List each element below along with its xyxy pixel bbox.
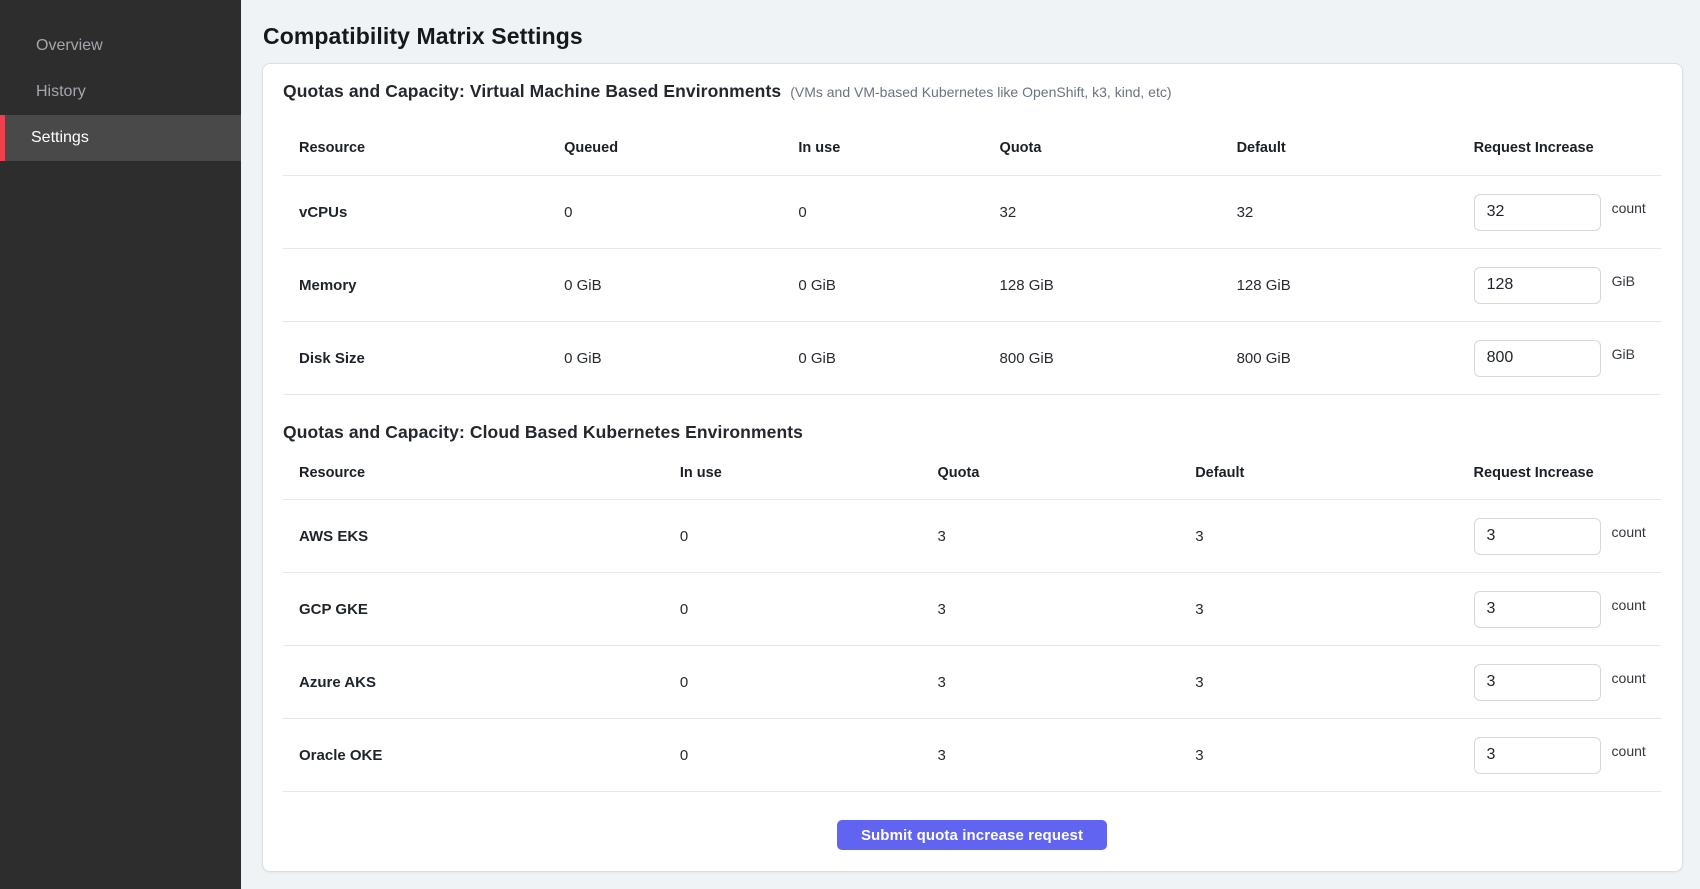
app-root: Overview History Settings Compatibility … [0, 0, 1700, 889]
column-header-in-use: In use [798, 140, 999, 156]
request-increase-cell: count [1474, 664, 1661, 701]
request-increase-cell: count [1474, 737, 1661, 774]
in-use-cell: 0 GiB [798, 277, 999, 294]
vm-section-title: Quotas and Capacity: Virtual Machine Bas… [283, 81, 781, 102]
in-use-cell: 0 [680, 528, 938, 545]
vm-section-subtitle: (VMs and VM-based Kubernetes like OpenSh… [790, 84, 1171, 100]
request-increase-input[interactable] [1474, 518, 1601, 555]
quota-cell: 32 [1000, 204, 1237, 221]
request-increase-cell: count [1474, 194, 1661, 231]
quota-settings-card: Quotas and Capacity: Virtual Machine Bas… [262, 63, 1683, 872]
queued-cell: 0 GiB [564, 277, 798, 294]
resource-cell: vCPUs [283, 204, 564, 221]
column-header-resource: Resource [283, 140, 564, 156]
default-cell: 800 GiB [1237, 350, 1474, 367]
request-increase-cell: count [1474, 591, 1661, 628]
quota-cell: 3 [938, 747, 1196, 764]
column-header-default: Default [1195, 465, 1473, 481]
sidebar-item-history[interactable]: History [0, 69, 241, 115]
column-header-quota: Quota [1000, 140, 1237, 156]
sidebar-nav: Overview History Settings [0, 23, 241, 161]
quota-cell: 3 [938, 528, 1196, 545]
request-increase-input[interactable] [1474, 267, 1601, 304]
sidebar-item-settings[interactable]: Settings [0, 115, 241, 161]
in-use-cell: 0 GiB [798, 350, 999, 367]
queued-cell: 0 [564, 204, 798, 221]
quota-cell: 3 [938, 601, 1196, 618]
request-increase-cell: GiB [1474, 267, 1661, 304]
cloud-section-title: Quotas and Capacity: Cloud Based Kuberne… [283, 422, 803, 443]
column-header-in-use: In use [680, 465, 938, 481]
main-content: Compatibility Matrix Settings Quotas and… [241, 0, 1700, 889]
page-title: Compatibility Matrix Settings [241, 0, 1700, 63]
submit-quota-button[interactable]: Submit quota increase request [837, 820, 1107, 850]
unit-label: count [1612, 743, 1646, 759]
table-row-azure-aks: Azure AKS 0 3 3 count [283, 646, 1661, 719]
request-increase-input[interactable] [1474, 340, 1601, 377]
request-increase-input[interactable] [1474, 737, 1601, 774]
queued-cell: 0 GiB [564, 350, 798, 367]
table-row-aws-eks: AWS EKS 0 3 3 count [283, 500, 1661, 573]
unit-label: count [1612, 597, 1646, 613]
request-increase-cell: count [1474, 518, 1661, 555]
vm-table-header-row: Resource Queued In use Quota Default Req… [283, 120, 1661, 176]
request-increase-cell: GiB [1474, 340, 1661, 377]
column-header-quota: Quota [938, 465, 1196, 481]
resource-cell: GCP GKE [283, 601, 680, 618]
request-increase-input[interactable] [1474, 664, 1601, 701]
cloud-section-heading: Quotas and Capacity: Cloud Based Kuberne… [283, 422, 1661, 446]
unit-label: count [1612, 670, 1646, 686]
quota-cell: 128 GiB [1000, 277, 1237, 294]
cloud-quota-table: Resource In use Quota Default Request In… [283, 446, 1661, 792]
vm-quota-table: Resource Queued In use Quota Default Req… [283, 120, 1661, 395]
unit-label: count [1612, 200, 1646, 216]
quota-cell: 3 [938, 674, 1196, 691]
in-use-cell: 0 [680, 747, 938, 764]
resource-cell: AWS EKS [283, 528, 680, 545]
in-use-cell: 0 [798, 204, 999, 221]
resource-cell: Azure AKS [283, 674, 680, 691]
unit-label: count [1612, 524, 1646, 540]
quota-cell: 800 GiB [1000, 350, 1237, 367]
resource-cell: Oracle OKE [283, 747, 680, 764]
table-row-gcp-gke: GCP GKE 0 3 3 count [283, 573, 1661, 646]
sidebar-item-overview[interactable]: Overview [0, 23, 241, 69]
default-cell: 3 [1195, 674, 1473, 691]
request-increase-input[interactable] [1474, 194, 1601, 231]
sidebar: Overview History Settings [0, 0, 241, 889]
resource-cell: Memory [283, 277, 564, 294]
in-use-cell: 0 [680, 601, 938, 618]
column-header-default: Default [1237, 140, 1474, 156]
table-row-disk-size: Disk Size 0 GiB 0 GiB 800 GiB 800 GiB Gi… [283, 322, 1661, 395]
in-use-cell: 0 [680, 674, 938, 691]
column-header-request-increase: Request Increase [1474, 140, 1661, 156]
default-cell: 3 [1195, 528, 1473, 545]
table-row-oracle-oke: Oracle OKE 0 3 3 count [283, 719, 1661, 792]
unit-label: GiB [1612, 346, 1635, 362]
cloud-table-header-row: Resource In use Quota Default Request In… [283, 446, 1661, 500]
column-header-resource: Resource [283, 465, 680, 481]
column-header-queued: Queued [564, 140, 798, 156]
submit-button-row: Submit quota increase request [283, 820, 1661, 850]
default-cell: 32 [1237, 204, 1474, 221]
table-row-vcpus: vCPUs 0 0 32 32 count [283, 176, 1661, 249]
default-cell: 3 [1195, 747, 1473, 764]
request-increase-input[interactable] [1474, 591, 1601, 628]
default-cell: 128 GiB [1237, 277, 1474, 294]
unit-label: GiB [1612, 273, 1635, 289]
default-cell: 3 [1195, 601, 1473, 618]
resource-cell: Disk Size [283, 350, 564, 367]
table-row-memory: Memory 0 GiB 0 GiB 128 GiB 128 GiB GiB [283, 249, 1661, 322]
column-header-request-increase: Request Increase [1474, 465, 1661, 481]
vm-section-heading: Quotas and Capacity: Virtual Machine Bas… [283, 81, 1661, 105]
